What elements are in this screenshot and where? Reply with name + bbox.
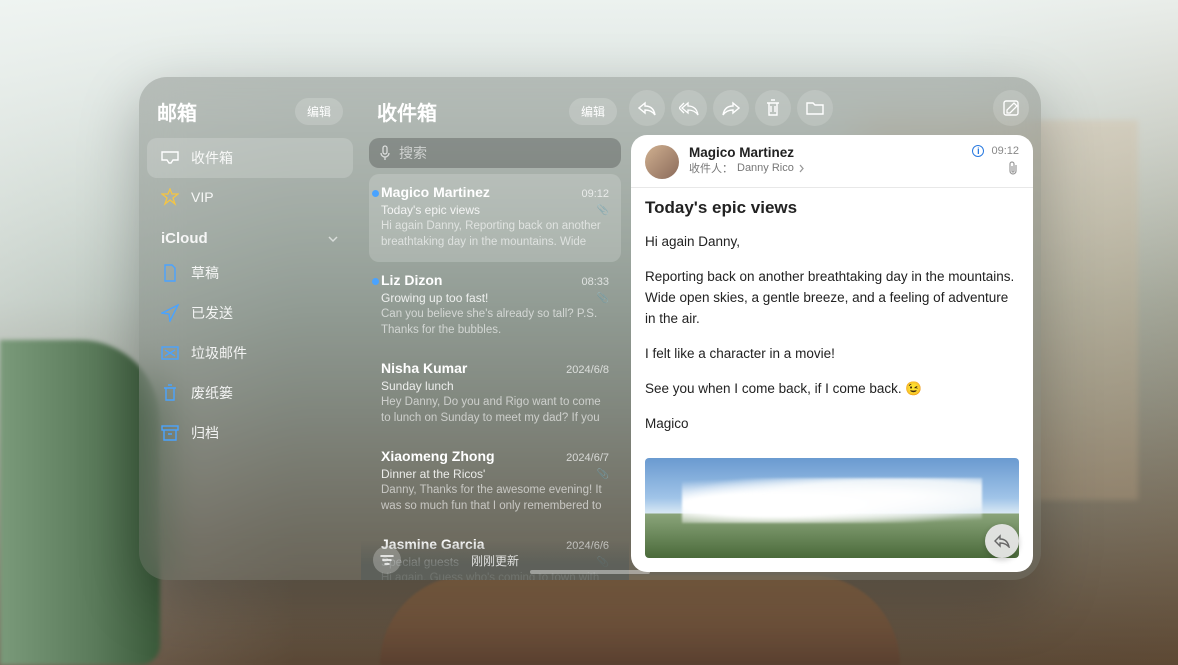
body-paragraph: I felt like a character in a movie!: [645, 344, 1019, 365]
reader-time: 09:12: [991, 145, 1019, 157]
paper-plane-icon: [161, 304, 179, 322]
message-preview: Hi again Danny, Reporting back on anothe…: [381, 219, 609, 250]
reader-subject: Today's epic views: [631, 188, 1033, 222]
sidebar-item-inbox[interactable]: 收件箱: [147, 138, 353, 178]
message-preview: Danny, Thanks for the awesome evening! I…: [381, 483, 609, 514]
filter-button[interactable]: [373, 546, 401, 574]
sidebar-section-label: iCloud: [161, 230, 208, 247]
message-time: 08:33: [581, 276, 609, 288]
chevron-down-icon: [327, 233, 339, 245]
sidebar-item-drafts[interactable]: 草稿: [147, 253, 353, 293]
microphone-icon: [379, 145, 391, 161]
move-button[interactable]: [797, 90, 833, 126]
message-time: 2024/6/7: [566, 452, 609, 464]
home-indicator[interactable]: [530, 570, 650, 574]
paperclip-icon: 📎: [597, 293, 609, 304]
attachment-icon[interactable]: [1007, 161, 1019, 175]
sidebar-item-label: 收件箱: [191, 148, 233, 168]
reader-recipients[interactable]: 收件人： Danny Rico: [689, 160, 962, 176]
message-item[interactable]: Magico Martinez 09:12 Today's epic views…: [369, 174, 621, 262]
forward-button[interactable]: [713, 90, 749, 126]
reader-body: Hi again Danny, Reporting back on anothe…: [631, 222, 1033, 458]
body-paragraph: Hi again Danny,: [645, 232, 1019, 253]
chevron-right-icon: [798, 164, 805, 173]
sidebar-section-icloud[interactable]: iCloud: [147, 216, 353, 253]
unread-dot: [372, 278, 379, 285]
trash-icon: [161, 384, 179, 402]
message-toolbar: [629, 83, 1035, 133]
message-sender: Liz Dizon: [381, 272, 442, 288]
reply-all-button[interactable]: [671, 90, 707, 126]
message-time: 2024/6/8: [566, 364, 609, 376]
info-icon[interactable]: i: [972, 145, 984, 157]
search-input[interactable]: [399, 145, 611, 161]
body-paragraph: See you when I come back, if I come back…: [645, 379, 1019, 400]
message-list-panel: 收件箱 编辑 Magico Martinez 09:12 Today's epi…: [361, 77, 629, 580]
message-header: Magico Martinez 收件人： Danny Rico i 09:12: [631, 135, 1033, 188]
star-icon: [161, 188, 179, 206]
message-item[interactable]: Nisha Kumar 2024/6/8 Sunday lunch Hey Da…: [369, 350, 621, 438]
message-sender: Nisha Kumar: [381, 360, 467, 376]
sidebar-item-label: 废纸篓: [191, 383, 233, 403]
document-icon: [161, 264, 179, 282]
unread-dot: [372, 190, 379, 197]
attachment-image[interactable]: [645, 458, 1019, 558]
reader-sender: Magico Martinez: [689, 145, 962, 160]
sidebar-title: 邮箱: [157, 97, 197, 126]
mail-app-window: 邮箱 编辑 收件箱 VIP iCloud 草稿: [139, 77, 1041, 580]
message-subject: Sunday lunch: [381, 379, 454, 393]
sidebar-item-junk[interactable]: 垃圾邮件: [147, 333, 353, 373]
to-name: Danny Rico: [737, 162, 794, 174]
message-subject: Dinner at the Ricos': [381, 467, 485, 481]
reader-column: Magico Martinez 收件人： Danny Rico i 09:12: [629, 77, 1041, 580]
to-label: 收件人：: [689, 160, 733, 176]
junk-icon: [161, 344, 179, 362]
paperclip-icon: 📎: [597, 205, 609, 216]
body-paragraph: Magico: [645, 414, 1019, 435]
sidebar-item-trash[interactable]: 废纸篓: [147, 373, 353, 413]
reply-button[interactable]: [629, 90, 665, 126]
message-preview: Can you believe she's already so tall? P…: [381, 307, 609, 338]
sidebar-item-vip[interactable]: VIP: [147, 178, 353, 216]
sidebar-item-label: VIP: [191, 189, 214, 205]
paperclip-icon: 📎: [597, 469, 609, 480]
sender-avatar[interactable]: [645, 145, 679, 179]
status-text: 刚刚更新: [471, 552, 519, 569]
sidebar-item-label: 垃圾邮件: [191, 343, 247, 363]
message-subject: Growing up too fast!: [381, 291, 488, 305]
sidebar-edit-button[interactable]: 编辑: [295, 98, 343, 125]
message-item[interactable]: Liz Dizon 08:33 Growing up too fast! 📎 C…: [369, 262, 621, 350]
archive-icon: [161, 424, 179, 442]
search-field[interactable]: [369, 138, 621, 168]
message-list-title: 收件箱: [377, 97, 437, 126]
sidebar-item-label: 草稿: [191, 263, 219, 283]
quick-reply-button[interactable]: [985, 524, 1019, 558]
message-preview: Hey Danny, Do you and Rigo want to come …: [381, 395, 609, 426]
message-list-edit-button[interactable]: 编辑: [569, 98, 617, 125]
message-item[interactable]: Xiaomeng Zhong 2024/6/7 Dinner at the Ri…: [369, 438, 621, 526]
sidebar-item-label: 已发送: [191, 303, 233, 323]
mailboxes-sidebar: 邮箱 编辑 收件箱 VIP iCloud 草稿: [139, 77, 361, 580]
delete-button[interactable]: [755, 90, 791, 126]
message-time: 09:12: [581, 188, 609, 200]
message-reader: Magico Martinez 收件人： Danny Rico i 09:12: [631, 135, 1033, 572]
compose-button[interactable]: [993, 90, 1029, 126]
sidebar-item-sent[interactable]: 已发送: [147, 293, 353, 333]
body-paragraph: Reporting back on another breathtaking d…: [645, 267, 1019, 330]
message-sender: Magico Martinez: [381, 184, 490, 200]
message-list-footer: 刚刚更新: [361, 540, 629, 580]
message-sender: Xiaomeng Zhong: [381, 448, 495, 464]
message-subject: Today's epic views: [381, 203, 480, 217]
sidebar-item-label: 归档: [191, 423, 219, 443]
inbox-icon: [161, 149, 179, 167]
sidebar-item-archive[interactable]: 归档: [147, 413, 353, 453]
